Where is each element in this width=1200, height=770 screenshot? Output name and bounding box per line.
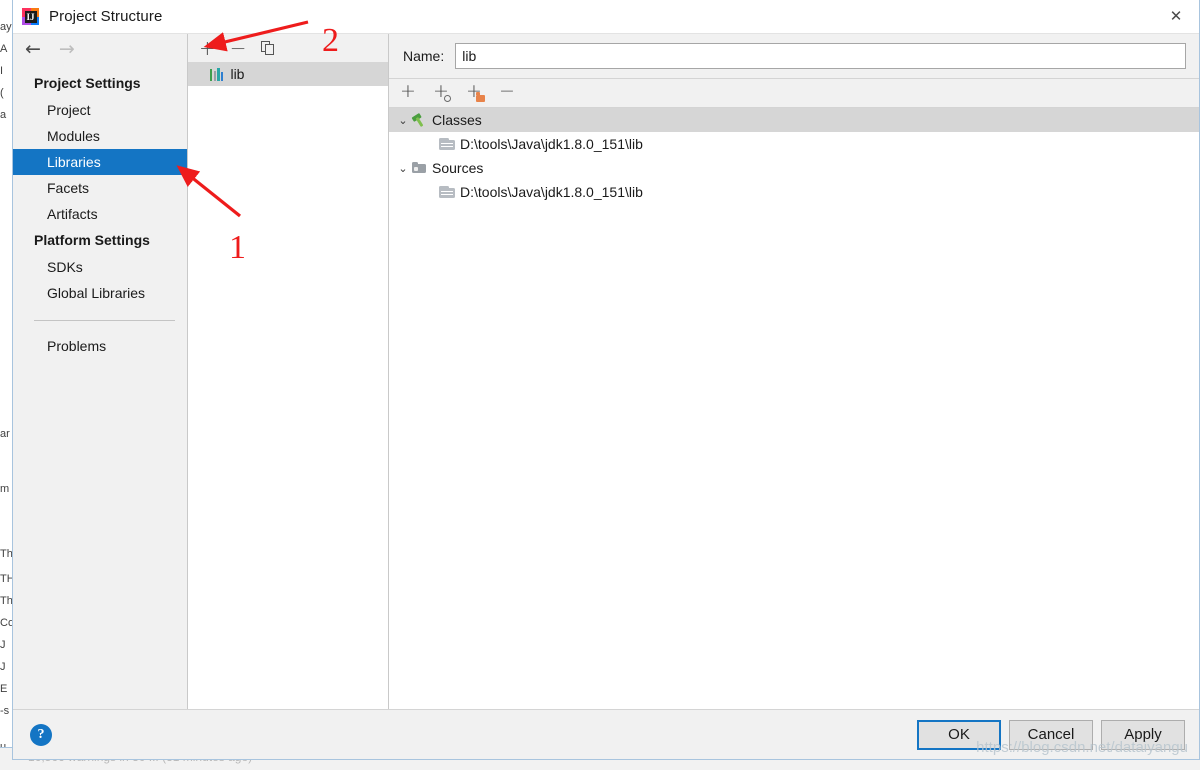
ok-button[interactable]: OK xyxy=(917,719,1001,750)
backdrop-text-fragment: Th xyxy=(0,595,12,607)
sidebar-item-artifacts[interactable]: Artifacts xyxy=(13,201,187,227)
sidebar-item-sdks[interactable]: SDKs xyxy=(13,254,187,280)
hammer-icon xyxy=(411,112,427,128)
footer-buttons: OK Cancel Apply xyxy=(917,719,1185,750)
apply-button[interactable]: Apply xyxy=(1101,719,1185,750)
sidebar-item-facets[interactable]: Facets xyxy=(13,175,187,201)
library-roots-tree: ⌄ Classes D:\tools\Java\jdk1.8.0_151\lib ⌄ S… xyxy=(389,108,1199,709)
backdrop-text-fragment: Co xyxy=(0,617,12,629)
tree-leaf-path[interactable]: D:\tools\Java\jdk1.8.0_151\lib xyxy=(389,180,1199,204)
backdrop-text-fragment: m xyxy=(0,483,10,495)
cancel-button[interactable]: Cancel xyxy=(1009,719,1093,750)
library-icon xyxy=(210,67,224,81)
dialog-footer: ? OK Cancel Apply xyxy=(13,709,1199,759)
add-folder-root-button[interactable]: + xyxy=(466,81,485,102)
chevron-down-icon[interactable]: ⌄ xyxy=(395,112,411,128)
app-icon-glyph: IJ xyxy=(26,11,35,22)
backdrop-text-fragment: ar xyxy=(0,428,10,440)
settings-sidebar: ← → Project Settings Project Modules Librar… xyxy=(13,34,188,709)
tree-leaf-label: D:\tools\Java\jdk1.8.0_151\lib xyxy=(460,136,643,152)
add-maven-root-button[interactable]: + xyxy=(433,81,451,102)
help-icon[interactable]: ? xyxy=(30,723,52,746)
sidebar-item-global-libraries[interactable]: Global Libraries xyxy=(13,280,187,306)
add-library-button[interactable]: + xyxy=(199,38,216,58)
tree-group-classes[interactable]: ⌄ Classes xyxy=(389,108,1199,132)
name-row: Name: xyxy=(389,34,1199,79)
tree-group-sources[interactable]: ⌄ Sources xyxy=(389,156,1199,180)
tree-leaf-label: D:\tools\Java\jdk1.8.0_151\lib xyxy=(460,184,643,200)
dialog-body: ← → Project Settings Project Modules Librar… xyxy=(13,34,1199,709)
backdrop-text-fragment: J xyxy=(0,639,6,651)
folder-icon xyxy=(411,160,427,176)
backdrop-text-fragment: Th xyxy=(0,548,12,560)
jar-icon xyxy=(439,185,455,199)
navigation-buttons: ← → xyxy=(13,34,187,64)
backdrop-text-fragment: A xyxy=(0,43,8,55)
name-input[interactable] xyxy=(455,43,1186,69)
library-list-panel: + − lib xyxy=(188,34,389,709)
dialog-title-bar: IJ Project Structure ✕ xyxy=(13,0,1199,34)
backdrop-text-fragment: a xyxy=(0,109,7,121)
backdrop-text-fragment: J xyxy=(0,661,6,673)
name-label: Name: xyxy=(403,48,445,64)
sidebar-item-project[interactable]: Project xyxy=(13,97,187,123)
backdrop-text-fragment: ay xyxy=(0,21,12,33)
backdrop-text-fragment: TH xyxy=(0,573,12,585)
copy-library-button[interactable] xyxy=(260,40,275,56)
sidebar-divider xyxy=(34,320,175,321)
tree-leaf-path[interactable]: D:\tools\Java\jdk1.8.0_151\lib xyxy=(389,132,1199,156)
sidebar-item-libraries[interactable]: Libraries xyxy=(13,149,187,175)
page-title: Project Structure xyxy=(49,8,163,25)
library-list-item-label: lib xyxy=(230,66,245,82)
library-toolbar: + − xyxy=(188,34,388,62)
close-icon[interactable]: ✕ xyxy=(1153,0,1199,32)
library-items: lib xyxy=(188,62,388,86)
tree-group-label: Classes xyxy=(432,112,482,128)
backdrop-text-fragment: ( xyxy=(0,87,4,99)
roots-toolbar: + + + − xyxy=(389,79,1199,108)
sidebar-group-platform-settings: Platform Settings xyxy=(34,232,150,248)
forward-arrow-icon[interactable]: → xyxy=(59,39,75,59)
library-detail-panel: Name: + + + − ⌄ClassesD:\too xyxy=(389,34,1199,709)
chevron-down-icon[interactable]: ⌄ xyxy=(395,160,411,176)
jar-icon xyxy=(439,137,455,151)
add-root-button[interactable]: + xyxy=(400,81,417,102)
remove-library-button[interactable]: − xyxy=(230,38,247,58)
back-arrow-icon[interactable]: ← xyxy=(25,39,41,59)
tree-group-label: Sources xyxy=(432,160,484,176)
sidebar-list: Project Settings Project Modules Libraries F… xyxy=(13,64,187,359)
remove-root-button[interactable]: − xyxy=(499,81,516,102)
library-list-item[interactable]: lib xyxy=(188,62,388,86)
backdrop-text-fragment: E xyxy=(0,683,8,695)
sidebar-item-problems[interactable]: Problems xyxy=(13,333,187,359)
intellij-idea-icon: IJ xyxy=(22,8,39,25)
sidebar-group-project-settings: Project Settings xyxy=(34,75,141,91)
backdrop-text-fragment: I xyxy=(0,65,4,77)
sidebar-item-modules[interactable]: Modules xyxy=(13,123,187,149)
project-structure-dialog: IJ Project Structure ✕ ← → Project Setti… xyxy=(12,0,1200,760)
backdrop-text-fragment: -s xyxy=(0,705,10,717)
